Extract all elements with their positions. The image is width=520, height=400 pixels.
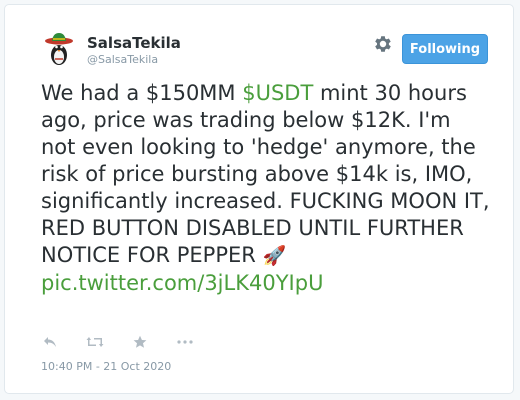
author-handle[interactable]: @SalsaTekila (87, 53, 158, 66)
rocket-emoji: 🚀 (262, 245, 287, 267)
reply-icon[interactable] (41, 333, 59, 351)
tweet-text: We had a $150MM $USDT mint 30 hours ago,… (41, 80, 491, 297)
retweet-icon[interactable] (86, 333, 104, 351)
tweet-actions (41, 333, 221, 351)
more-ellipsis-icon[interactable] (176, 333, 194, 351)
author-name[interactable]: SalsaTekila (87, 34, 181, 52)
media-link[interactable]: pic.twitter.com/3jLK40YIpU (41, 271, 323, 295)
tweet-text-part: mint 30 hours ago, price was trading bel… (41, 81, 490, 267)
gear-icon[interactable] (372, 33, 394, 55)
tweet-text-part: We had a $150MM (41, 81, 243, 105)
tweet-card: SalsaTekila @SalsaTekila Following We ha… (4, 4, 514, 394)
avatar[interactable] (41, 31, 77, 67)
favorite-star-icon[interactable] (131, 333, 149, 351)
cashtag-link[interactable]: $USDT (242, 81, 313, 105)
following-button[interactable]: Following (402, 34, 488, 64)
tweet-timestamp[interactable]: 10:40 PM - 21 Oct 2020 (41, 360, 171, 373)
